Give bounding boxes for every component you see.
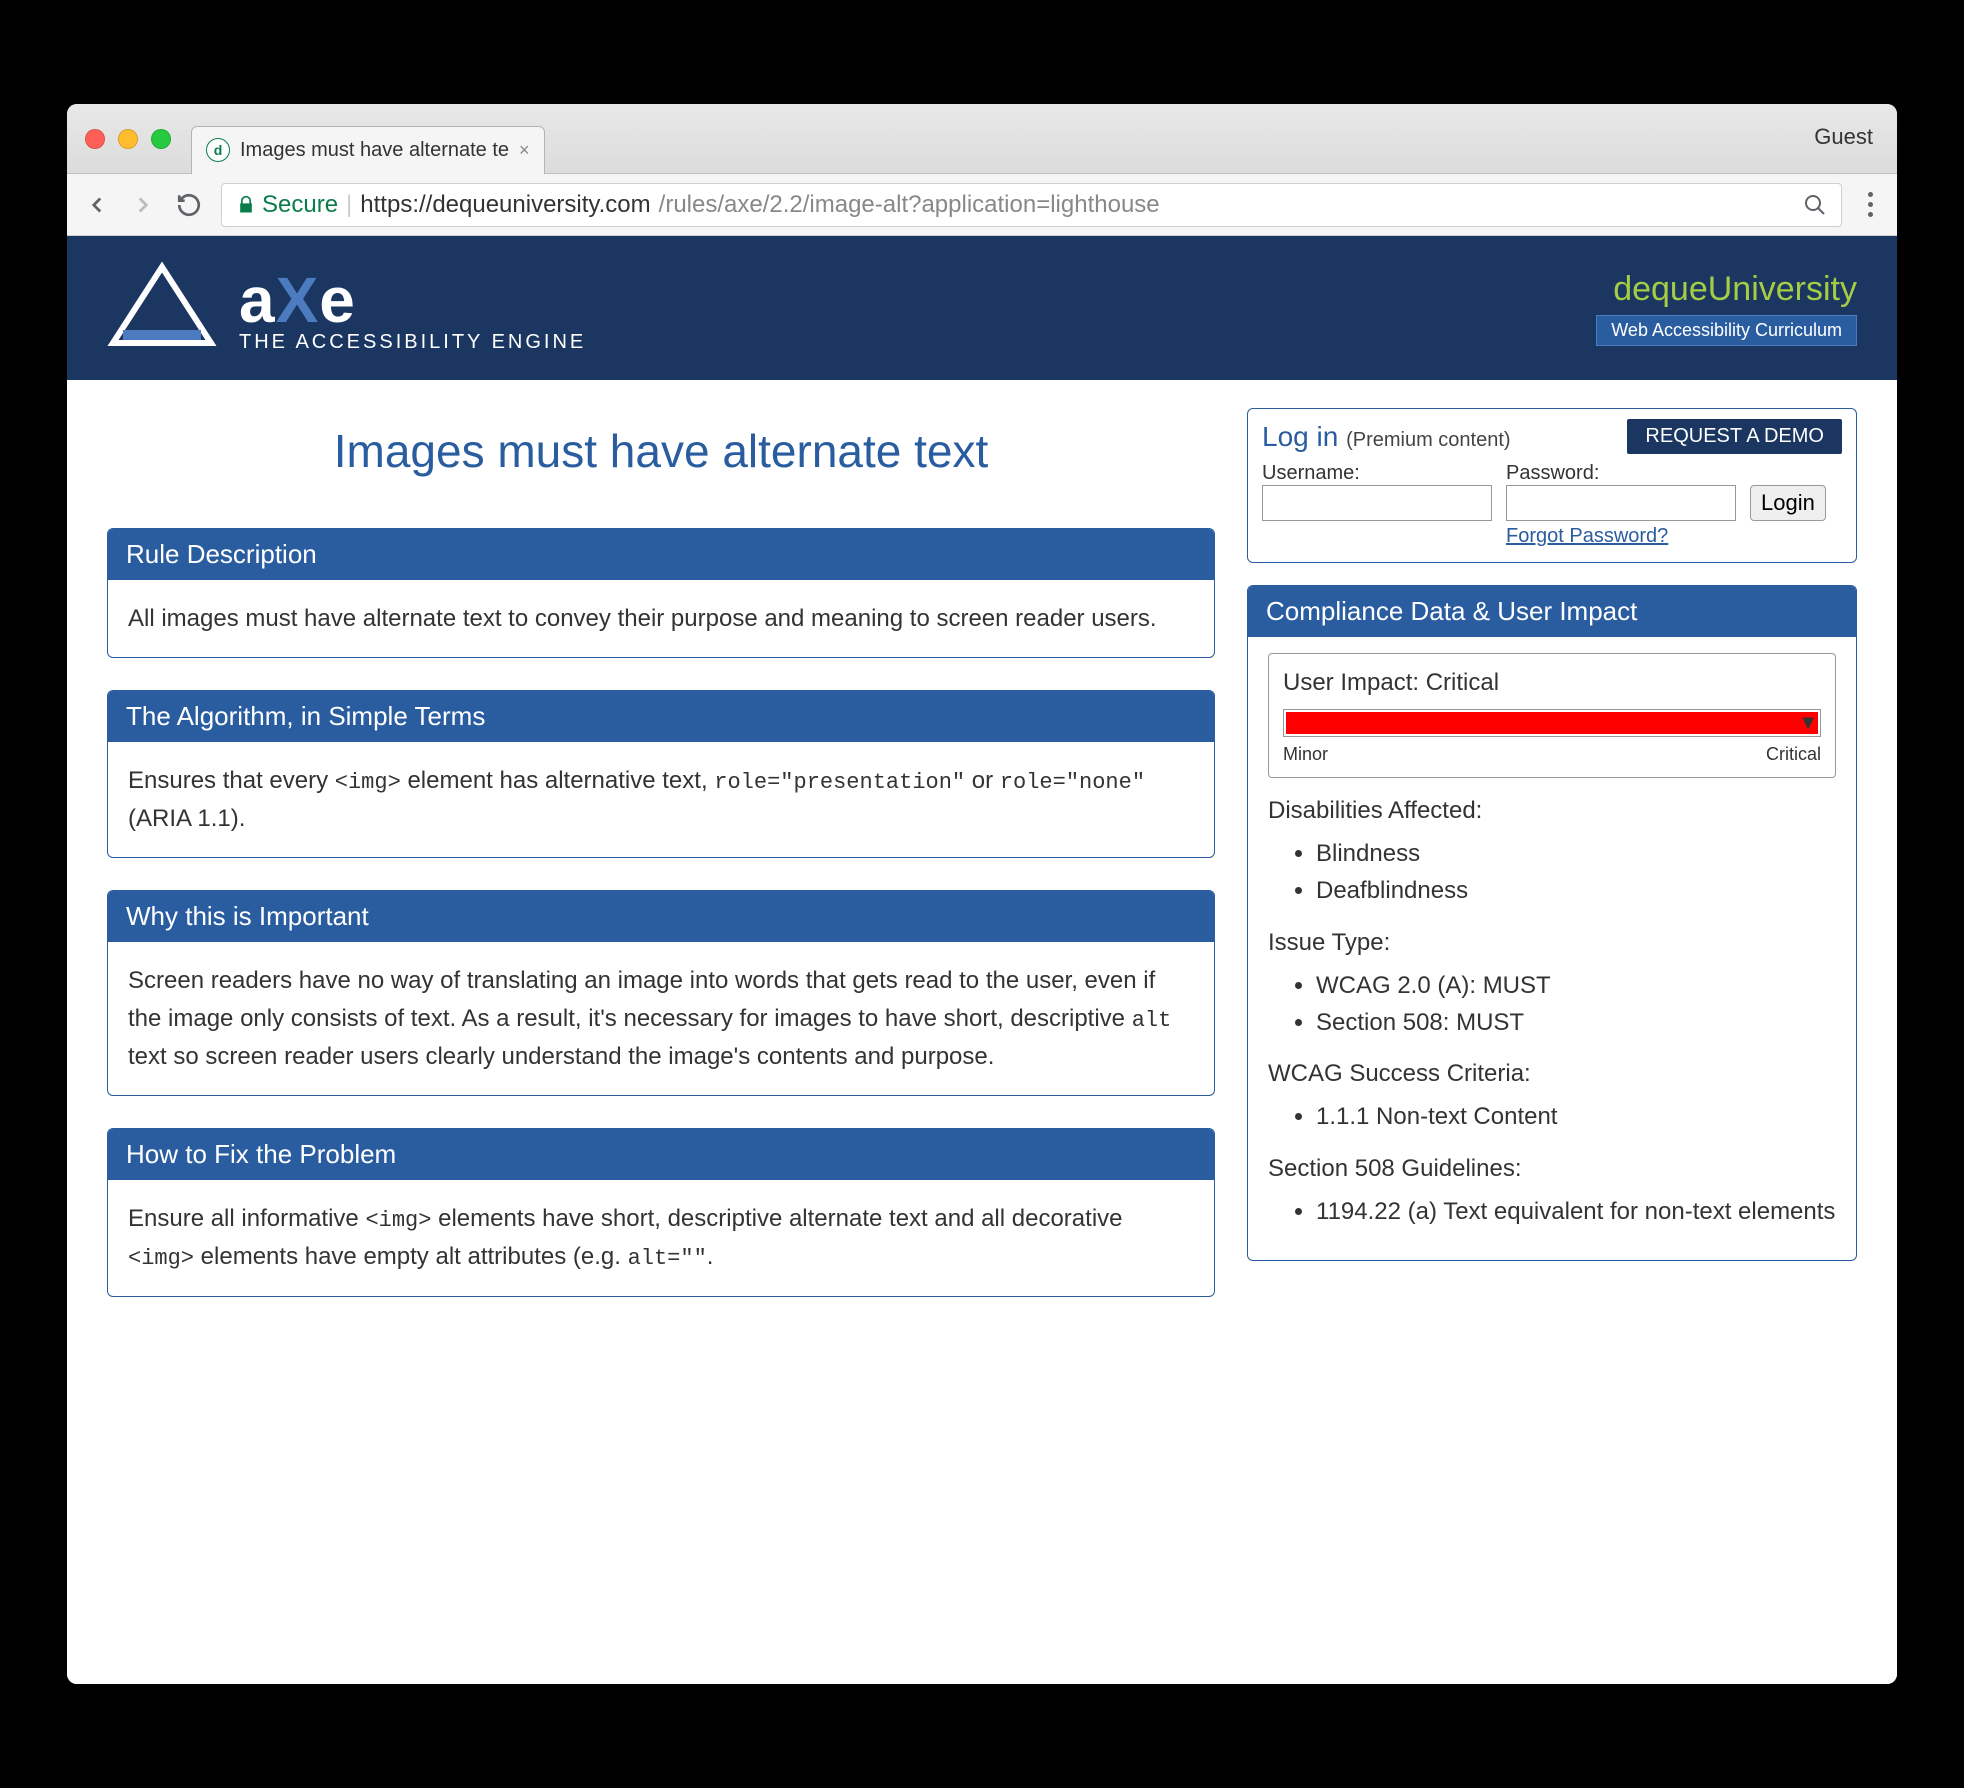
axe-tagline: THE ACCESSIBILITY ENGINE xyxy=(239,331,586,354)
axe-logo[interactable]: aXe THE ACCESSIBILITY ENGINE xyxy=(107,261,586,356)
page-title: Images must have alternate text xyxy=(107,424,1215,478)
traffic-lights xyxy=(85,129,171,149)
panel-header: The Algorithm, in Simple Terms xyxy=(108,691,1214,742)
url-bar: Secure | https://dequeuniversity.com/rul… xyxy=(67,174,1897,236)
compliance-panel: Compliance Data & User Impact User Impac… xyxy=(1247,585,1857,1261)
url-host: https://dequeuniversity.com xyxy=(360,191,650,219)
brand-subtitle: Web Accessibility Curriculum xyxy=(1596,315,1857,346)
forgot-password-link[interactable]: Forgot Password? xyxy=(1506,525,1842,548)
search-icon[interactable] xyxy=(1803,193,1827,217)
close-window-button[interactable] xyxy=(85,129,105,149)
disabilities-label: Disabilities Affected: xyxy=(1268,792,1836,829)
login-title: Log in (Premium content) xyxy=(1262,421,1511,453)
list-item: 1.1.1 Non-text Content xyxy=(1316,1098,1836,1135)
disabilities-list: Blindness Deafblindness xyxy=(1316,835,1836,909)
password-label: Password: xyxy=(1506,462,1736,485)
algorithm-panel: The Algorithm, in Simple Terms Ensures t… xyxy=(107,690,1215,858)
axe-triangle-icon xyxy=(107,261,217,356)
close-tab-icon[interactable]: × xyxy=(519,140,530,161)
tab-title: Images must have alternate te xyxy=(240,139,509,162)
rule-description-panel: Rule Description All images must have al… xyxy=(107,528,1215,658)
minimize-window-button[interactable] xyxy=(118,129,138,149)
browser-window: d Images must have alternate te × Guest … xyxy=(67,104,1897,1684)
profile-label[interactable]: Guest xyxy=(1814,124,1873,150)
wcag-label: WCAG Success Criteria: xyxy=(1268,1055,1836,1092)
list-item: Section 508: MUST xyxy=(1316,1004,1836,1041)
url-path: /rules/axe/2.2/image-alt?application=lig… xyxy=(659,191,1160,219)
site-header: aXe THE ACCESSIBILITY ENGINE dequeUniver… xyxy=(67,236,1897,380)
password-input[interactable] xyxy=(1506,485,1736,521)
favicon-icon: d xyxy=(206,138,230,162)
panel-header: Rule Description xyxy=(108,529,1214,580)
url-input[interactable]: Secure | https://dequeuniversity.com/rul… xyxy=(221,183,1842,227)
user-impact-block: User Impact: Critical ▼ MinorCritical xyxy=(1268,653,1836,778)
list-item: Deafblindness xyxy=(1316,872,1836,909)
wcag-list: 1.1.1 Non-text Content xyxy=(1316,1098,1836,1135)
username-label: Username: xyxy=(1262,462,1492,485)
username-input[interactable] xyxy=(1262,485,1492,521)
panel-body: Ensure all informative <img> elements ha… xyxy=(108,1180,1214,1296)
how-to-fix-panel: How to Fix the Problem Ensure all inform… xyxy=(107,1128,1215,1297)
secure-indicator: Secure xyxy=(236,191,338,219)
maximize-window-button[interactable] xyxy=(151,129,171,149)
menu-button[interactable] xyxy=(1860,192,1881,217)
page-content: aXe THE ACCESSIBILITY ENGINE dequeUniver… xyxy=(67,236,1897,1684)
panel-body: Ensures that every <img> element has alt… xyxy=(108,742,1214,857)
impact-meter: ▼ xyxy=(1283,709,1821,737)
panel-header: How to Fix the Problem xyxy=(108,1129,1214,1180)
panel-body: Screen readers have no way of translatin… xyxy=(108,942,1214,1094)
browser-tab[interactable]: d Images must have alternate te × xyxy=(191,126,545,174)
list-item: Blindness xyxy=(1316,835,1836,872)
chrome-header: d Images must have alternate te × Guest xyxy=(67,104,1897,174)
request-demo-button[interactable]: REQUEST A DEMO xyxy=(1627,419,1842,454)
issue-type-label: Issue Type: xyxy=(1268,924,1836,961)
why-important-panel: Why this is Important Screen readers hav… xyxy=(107,890,1215,1095)
forward-button[interactable] xyxy=(129,191,157,219)
panel-header: Why this is Important xyxy=(108,891,1214,942)
login-panel: Log in (Premium content) REQUEST A DEMO … xyxy=(1247,408,1857,563)
axe-wordmark: aXe xyxy=(239,263,586,337)
s508-label: Section 508 Guidelines: xyxy=(1268,1150,1836,1187)
login-button[interactable]: Login xyxy=(1750,485,1826,521)
lock-icon xyxy=(236,195,256,215)
back-button[interactable] xyxy=(83,191,111,219)
panel-body: All images must have alternate text to c… xyxy=(108,580,1214,657)
reload-button[interactable] xyxy=(175,191,203,219)
list-item: 1194.22 (a) Text equivalent for non-text… xyxy=(1316,1193,1836,1230)
issue-type-list: WCAG 2.0 (A): MUST Section 508: MUST xyxy=(1316,967,1836,1041)
list-item: WCAG 2.0 (A): MUST xyxy=(1316,967,1836,1004)
impact-marker-icon: ▼ xyxy=(1798,708,1818,739)
panel-header: Compliance Data & User Impact xyxy=(1248,586,1856,637)
s508-list: 1194.22 (a) Text equivalent for non-text… xyxy=(1316,1193,1836,1230)
deque-university-brand[interactable]: dequeUniversity Web Accessibility Curric… xyxy=(1596,270,1857,346)
